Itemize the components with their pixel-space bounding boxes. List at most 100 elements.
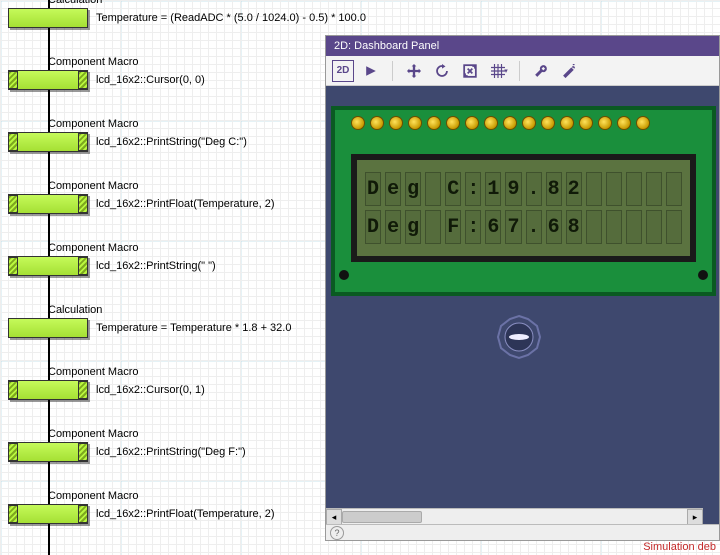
panel-toolbar: 2D ▾ [326,56,719,86]
dashboard-panel: 2D: Dashboard Panel 2D ▾ [325,35,720,541]
lcd-char-cell: . [526,172,542,206]
scroll-left-button[interactable]: ◂ [326,509,342,524]
block-body[interactable] [8,70,88,90]
play-icon[interactable] [360,60,382,82]
help-row: ? [326,524,719,540]
potentiometer-dial[interactable] [496,314,542,360]
lcd-char-cell: 8 [546,172,562,206]
lcd-char-cell: e [385,172,401,206]
fit-icon[interactable] [459,60,481,82]
header-pin [484,116,498,130]
lcd-char-cell: F [445,210,461,244]
pin-header-row [351,116,650,130]
rotate-icon[interactable] [431,60,453,82]
block-description: lcd_16x2::PrintString("Deg F:") [96,446,246,458]
block-type-label: Component Macro [48,490,139,502]
lcd-char-cell [606,172,622,206]
lcd-char-cell [666,172,682,206]
lcd-row-1: Deg C:19.82 [365,172,682,206]
header-pin [617,116,631,130]
panel-title-bar[interactable]: 2D: Dashboard Panel [326,36,719,56]
block-body[interactable] [8,442,88,462]
lcd-char-cell [606,210,622,244]
lcd-char-cell [626,172,642,206]
lcd-char-cell: 8 [566,210,582,244]
block-description: lcd_16x2::PrintString("Deg C:") [96,136,247,148]
block-type-label: Component Macro [48,366,139,378]
block-description: lcd_16x2::PrintFloat(Temperature, 2) [96,198,275,210]
toolbar-separator [519,61,520,81]
block-body[interactable] [8,318,88,338]
wrench-icon[interactable] [530,60,552,82]
lcd-char-cell: D [365,210,381,244]
block-type-label: Component Macro [48,118,139,130]
header-pin [351,116,365,130]
header-pin [636,116,650,130]
panel-title: 2D: Dashboard Panel [334,40,439,52]
dashboard-canvas[interactable]: Deg C:19.82 Deg F:67.68 ◂ ▸ [326,86,719,524]
lcd-char-cell [425,210,441,244]
lcd-char-cell [626,210,642,244]
block-type-label: Component Macro [48,428,139,440]
lcd-char-cell: g [405,210,421,244]
lcd-screen: Deg C:19.82 Deg F:67.68 [351,154,696,262]
header-pin [560,116,574,130]
lcd-char-cell: 2 [566,172,582,206]
block-type-label: Component Macro [48,180,139,192]
lcd-char-cell: : [465,172,481,206]
mode-2d-button[interactable]: 2D [332,60,354,82]
scroll-thumb[interactable] [342,511,422,523]
status-bar-text: Simulation deb [643,541,716,553]
block-description: Temperature = (ReadADC * (5.0 / 1024.0) … [96,12,366,24]
block-body[interactable] [8,380,88,400]
header-pin [370,116,384,130]
screw-icon [339,270,349,280]
header-pin [598,116,612,130]
lcd-char-cell [646,210,662,244]
header-pin [503,116,517,130]
header-pin [427,116,441,130]
lcd-char-cell: 7 [505,210,521,244]
block-description: lcd_16x2::PrintString(" ") [96,260,216,272]
horizontal-scrollbar[interactable]: ◂ ▸ [326,508,703,524]
lcd-char-cell [666,210,682,244]
block-body[interactable] [8,504,88,524]
header-pin [408,116,422,130]
help-icon[interactable]: ? [330,526,344,540]
grid-icon[interactable]: ▾ [487,60,509,82]
block-description: lcd_16x2::Cursor(0, 0) [96,74,205,86]
lcd-char-cell [586,172,602,206]
lcd-char-cell: D [365,172,381,206]
header-pin [389,116,403,130]
block-type-label: Calculation [48,0,102,6]
pan-icon[interactable] [403,60,425,82]
lcd-char-cell: g [405,172,421,206]
lcd-char-cell [586,210,602,244]
block-body[interactable] [8,256,88,276]
lcd-char-cell: 6 [546,210,562,244]
lcd-char-cell: : [465,210,481,244]
header-pin [522,116,536,130]
lcd-char-cell [646,172,662,206]
block-description: lcd_16x2::PrintFloat(Temperature, 2) [96,508,275,520]
lcd-char-cell: 1 [485,172,501,206]
block-body[interactable] [8,132,88,152]
screw-icon [698,270,708,280]
block-description: lcd_16x2::Cursor(0, 1) [96,384,205,396]
block-type-label: Component Macro [48,56,139,68]
lcd-char-cell: e [385,210,401,244]
lcd-char-cell: 6 [485,210,501,244]
block-description: Temperature = Temperature * 1.8 + 32.0 [96,322,291,334]
block-body[interactable] [8,194,88,214]
scroll-right-button[interactable]: ▸ [687,509,703,524]
block-body[interactable] [8,8,88,28]
wand-icon[interactable] [558,60,580,82]
header-pin [446,116,460,130]
lcd-char-cell: 9 [505,172,521,206]
header-pin [541,116,555,130]
lcd-row-2: Deg F:67.68 [365,210,682,244]
block-type-label: Component Macro [48,242,139,254]
lcd-char-cell [425,172,441,206]
block-type-label: Calculation [48,304,102,316]
toolbar-separator [392,61,393,81]
